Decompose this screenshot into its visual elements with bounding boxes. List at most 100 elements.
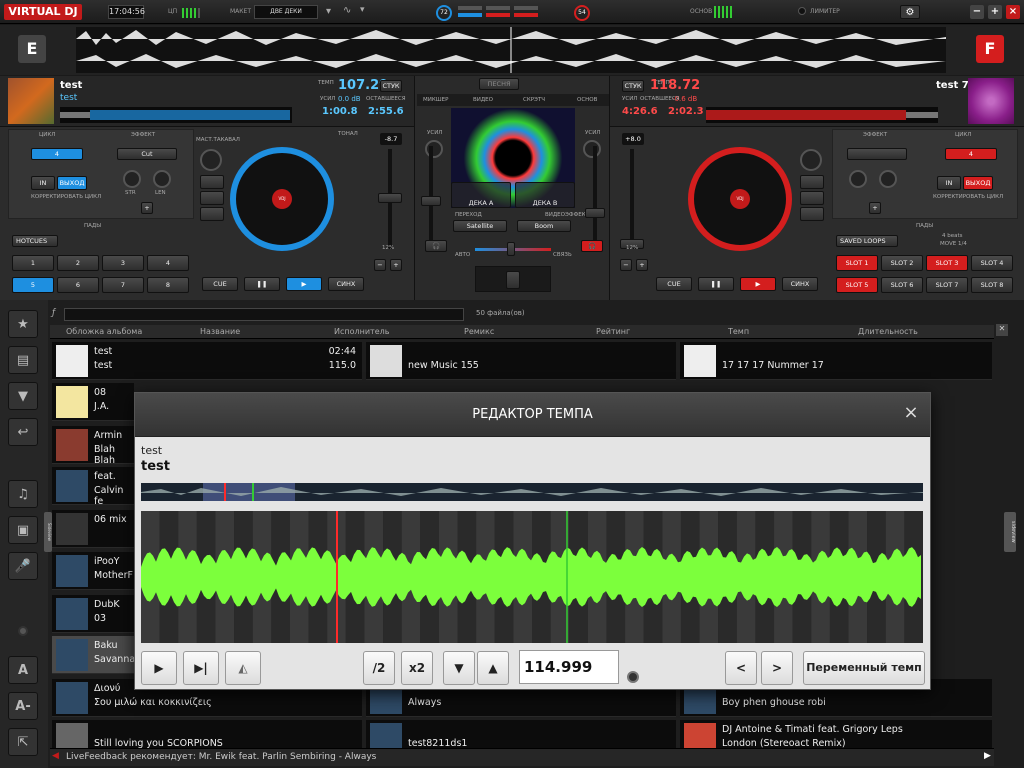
music-note-icon[interactable]: ♫ — [8, 480, 38, 508]
deck-b-video[interactable]: ДЕКА B — [515, 182, 575, 208]
layout-select[interactable]: ДВЕ ДЕКИ — [254, 5, 318, 19]
left-side-button-2[interactable] — [200, 191, 224, 205]
left-loop-size[interactable]: 4 — [31, 148, 83, 160]
right-pad-6[interactable]: SLOT 6 — [881, 277, 923, 293]
grid-item[interactable]: Armin Blah Blah — [52, 426, 134, 466]
variable-tempo-button[interactable]: Переменный темп — [803, 651, 925, 685]
left-pad-2[interactable]: 2 — [57, 255, 99, 271]
right-pad-1[interactable]: SLOT 1 — [836, 255, 878, 271]
left-volume-fader[interactable] — [421, 196, 441, 206]
dropdown-icon[interactable]: ▾ — [360, 5, 370, 19]
left-sync-button[interactable]: СИНХ — [328, 277, 364, 291]
left-effect-select[interactable]: Cut — [117, 148, 177, 160]
right-headphone-icon[interactable]: 🎧 — [581, 240, 603, 252]
font-size-icon[interactable]: A — [8, 656, 38, 684]
left-side-button-1[interactable] — [200, 175, 224, 189]
left-len-knob[interactable] — [153, 170, 171, 188]
preview-button[interactable]: ПЕСНЯ — [479, 78, 519, 90]
left-play-button[interactable]: ▶ — [286, 277, 322, 291]
grid-item[interactable]: 08 J.A. — [52, 383, 134, 421]
col-remix[interactable]: Ремикс — [464, 327, 494, 336]
right-play-button[interactable]: ▶ — [740, 277, 776, 291]
left-side-button-3[interactable] — [200, 207, 224, 221]
right-pad-8[interactable]: SLOT 8 — [971, 277, 1013, 293]
tab-scratch[interactable]: СКРЭТЧ — [523, 97, 545, 103]
left-pitch-slider[interactable] — [378, 193, 402, 203]
maximize-button[interactable]: + — [988, 5, 1002, 19]
left-pause-button[interactable]: ❚❚ — [244, 277, 280, 291]
chevron-down-icon[interactable]: ▾ — [326, 6, 340, 18]
transition-select[interactable]: Satellite — [453, 220, 507, 232]
filter-icon[interactable]: ▼ — [8, 382, 38, 410]
left-filter-knob[interactable] — [200, 149, 222, 171]
right-deck-waveform[interactable] — [706, 107, 938, 123]
play-button[interactable]: ▶ — [141, 651, 177, 685]
limiter-toggle[interactable] — [798, 7, 806, 15]
left-pad-3[interactable]: 3 — [102, 255, 144, 271]
export-icon[interactable]: ⇱ — [8, 728, 38, 756]
col-length[interactable]: Длительность — [858, 327, 918, 336]
right-pad-2[interactable]: SLOT 2 — [881, 255, 923, 271]
column-options-icon[interactable]: ✕ — [996, 324, 1008, 336]
right-fx-knob-1[interactable] — [849, 170, 867, 188]
tab-master[interactable]: ОСНОВ — [577, 97, 597, 103]
mixer-gain-right-knob[interactable] — [583, 140, 601, 158]
waveform-icon[interactable]: ∿ — [343, 5, 357, 19]
left-add-effect-button[interactable]: + — [141, 202, 153, 214]
left-pitch-plus[interactable]: + — [390, 259, 402, 271]
right-effect-select[interactable] — [847, 148, 907, 160]
gear-icon[interactable]: ⚙ — [900, 5, 920, 19]
left-pad-7[interactable]: 7 — [102, 277, 144, 293]
grid-item[interactable]: iPooY MotherF — [52, 552, 134, 590]
left-jog-wheel[interactable]: VDJ — [230, 147, 334, 251]
right-loop-out-button[interactable]: ВЫХОД — [963, 176, 993, 190]
overview-wave[interactable] — [76, 27, 946, 73]
sideview-right-tab[interactable]: sideview — [1004, 512, 1016, 552]
mixer-gain-left-knob[interactable] — [425, 140, 443, 158]
grid-item[interactable]: 17 17 17 Nummer 17 — [680, 342, 992, 380]
left-pad-5[interactable]: 5 — [12, 277, 54, 293]
right-cue-button[interactable]: CUE — [656, 277, 692, 291]
video-fx-select[interactable]: Boom — [517, 220, 571, 232]
right-filter-knob[interactable] — [800, 149, 822, 171]
microphone-icon[interactable]: 🎤 — [8, 552, 38, 580]
left-loop-out-button[interactable]: ВЫХОД — [57, 176, 87, 190]
right-add-effect-button[interactable]: + — [869, 202, 881, 214]
font-size-small-icon[interactable]: A- — [8, 692, 38, 720]
right-loop-size[interactable]: 4 — [945, 148, 997, 160]
bpm-up-button[interactable]: ▲ — [477, 651, 509, 685]
bpm-input[interactable]: 114.999 — [519, 650, 619, 684]
right-tap-button[interactable]: СТУК — [622, 80, 644, 92]
left-cue-button[interactable]: CUE — [202, 277, 238, 291]
right-pad-mode[interactable]: SAVED LOOPS — [836, 235, 898, 247]
sideview-left-tab[interactable]: Sideview — [44, 512, 52, 552]
bpm-down-button[interactable]: ▼ — [443, 651, 475, 685]
left-pitch-minus[interactable]: − — [374, 259, 386, 271]
col-rating[interactable]: Рейтинг — [596, 327, 630, 336]
close-button[interactable]: × — [1006, 5, 1020, 19]
right-side-button-1[interactable] — [800, 175, 824, 189]
grid-item[interactable]: 06 mix — [52, 510, 134, 548]
right-pad-5[interactable]: SLOT 5 — [836, 277, 878, 293]
bpm-knob[interactable] — [627, 671, 639, 683]
right-fx-knob-2[interactable] — [879, 170, 897, 188]
deck-a-video[interactable]: ДЕКА A — [451, 182, 511, 208]
tempo-overview-wave[interactable] — [141, 483, 923, 501]
tab-mixer[interactable]: МИКШЕР — [423, 97, 448, 103]
col-bpm[interactable]: Темп — [728, 327, 749, 336]
grid-item[interactable]: new Music 155 — [366, 342, 676, 380]
video-icon[interactable]: ▣ — [8, 516, 38, 544]
feedback-right-arrow-icon[interactable]: ▶ — [984, 751, 991, 761]
double-bpm-button[interactable]: x2 — [401, 651, 433, 685]
right-side-button-2[interactable] — [800, 191, 824, 205]
video-crossfader[interactable] — [507, 242, 515, 256]
right-jog-wheel[interactable]: VDJ — [688, 147, 792, 251]
deck-right-letter[interactable]: F — [976, 35, 1004, 63]
right-pitch-minus[interactable]: − — [620, 259, 632, 271]
search-input[interactable] — [64, 308, 464, 321]
left-pad-8[interactable]: 8 — [147, 277, 189, 293]
minimize-button[interactable]: − — [970, 5, 984, 19]
left-deck-waveform[interactable] — [60, 107, 292, 123]
left-headphone-icon[interactable]: 🎧 — [425, 240, 447, 252]
right-pause-button[interactable]: ❚❚ — [698, 277, 734, 291]
